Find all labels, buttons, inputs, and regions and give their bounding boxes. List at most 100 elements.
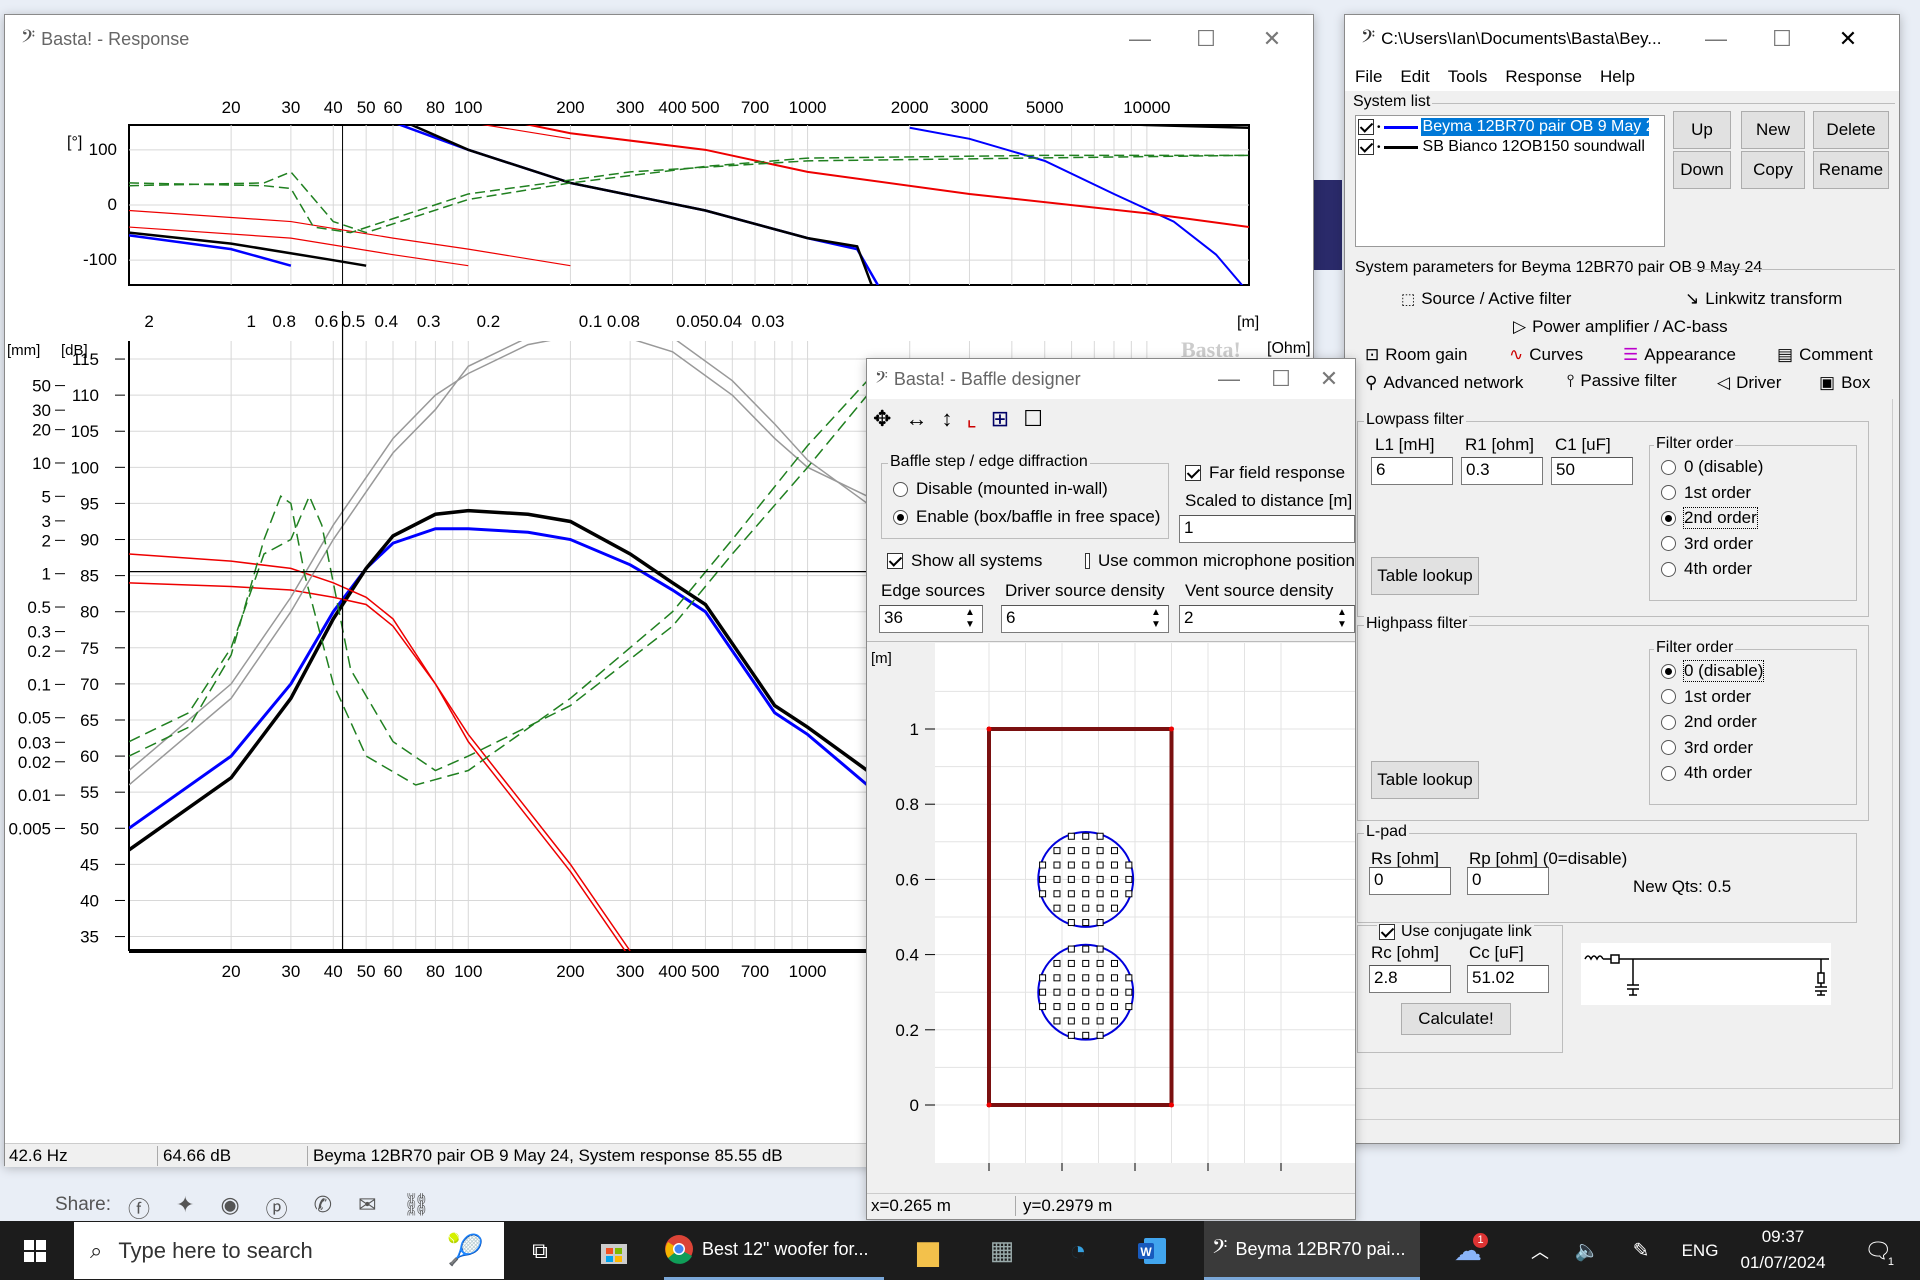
tab-advanced-network[interactable]: ⚲ Advanced network bbox=[1365, 373, 1523, 393]
tab-linkwitz-transform[interactable]: ↘ Linkwitz transform bbox=[1685, 289, 1842, 309]
baffle-titlebar[interactable]: 𝄢 Basta! - Baffle designer — ☐ ✕ bbox=[867, 359, 1355, 399]
main-titlebar[interactable]: 𝄢 C:\Users\Ian\Documents\Basta\Bey... — … bbox=[1345, 15, 1899, 63]
spinner-icon[interactable]: ▲ ▼ bbox=[1151, 607, 1161, 631]
vent-density-input[interactable]: 2 bbox=[1179, 605, 1355, 633]
minimize-icon[interactable]: — bbox=[1207, 359, 1251, 399]
lowpass-order-1[interactable]: 1st order bbox=[1661, 483, 1751, 503]
baffle-plot[interactable]: 10.80.60.40.2000.20.40.60.8[m][m] bbox=[867, 643, 1355, 1177]
highpass-order-1[interactable]: 1st order bbox=[1661, 687, 1751, 707]
reddit-icon[interactable]: ◉ bbox=[220, 1192, 239, 1224]
minimize-icon[interactable]: — bbox=[1107, 15, 1173, 63]
response-titlebar[interactable]: 𝄢 Basta! - Response — ☐ ✕ bbox=[5, 15, 1313, 63]
highpass-table-lookup-button[interactable]: Table lookup bbox=[1371, 761, 1479, 799]
tab-curves[interactable]: ∿ Curves bbox=[1509, 345, 1583, 365]
copy-button[interactable]: Copy bbox=[1741, 151, 1805, 189]
rp-input[interactable]: 0 bbox=[1467, 867, 1549, 895]
close-icon[interactable]: ✕ bbox=[1239, 15, 1305, 63]
tab-box[interactable]: ▣ Box bbox=[1819, 373, 1870, 393]
radio-button[interactable] bbox=[1661, 714, 1676, 730]
driver-density-input[interactable]: 6 bbox=[1001, 605, 1169, 633]
show-all-systems-checkbox[interactable]: Show all systems bbox=[887, 551, 1042, 571]
radio-button[interactable] bbox=[1661, 485, 1676, 500]
vertical-resize-icon[interactable]: ↕ bbox=[941, 406, 952, 432]
menu-tools[interactable]: Tools bbox=[1448, 67, 1488, 87]
maximize-icon[interactable]: ☐ bbox=[1173, 15, 1239, 63]
radio-button[interactable] bbox=[1661, 536, 1676, 551]
word-button[interactable]: W bbox=[1130, 1221, 1174, 1280]
l1-input[interactable]: 6 bbox=[1371, 457, 1453, 485]
twitter-icon[interactable]: ✦ bbox=[176, 1192, 194, 1224]
lowpass-order-0[interactable]: 0 (disable) bbox=[1661, 457, 1763, 477]
share-icons[interactable]: ⓕ ✦ ◉ ⓟ ✆ ✉ ⛓ bbox=[128, 1192, 430, 1224]
up-button[interactable]: Up bbox=[1673, 111, 1731, 149]
pen-button[interactable]: ✎ bbox=[1626, 1221, 1656, 1280]
far-field-checkbox[interactable]: Far field response bbox=[1185, 463, 1345, 483]
system-row[interactable]: • Beyma 12BR70 pair OB 9 May 2 bbox=[1358, 118, 1649, 136]
tray-chevron[interactable]: ︿ bbox=[1526, 1221, 1554, 1280]
edge-button[interactable]: ◔ bbox=[1056, 1221, 1100, 1280]
rc-input[interactable]: 2.8 bbox=[1369, 965, 1451, 993]
horizontal-resize-icon[interactable]: ↔ bbox=[905, 406, 927, 432]
common-mic-checkbox[interactable]: Use common microphone position bbox=[1085, 551, 1355, 571]
radio-button[interactable] bbox=[1661, 561, 1676, 577]
spinner-icon[interactable]: ▲ ▼ bbox=[1337, 607, 1347, 631]
basta-task[interactable]: 𝄢 Beyma 12BR70 pai... bbox=[1204, 1221, 1420, 1280]
clock[interactable]: 09:37 01/07/2024 bbox=[1738, 1224, 1828, 1276]
store-button[interactable] bbox=[592, 1221, 636, 1280]
lowpass-order-3[interactable]: 3rd order bbox=[1661, 534, 1753, 554]
system-list[interactable]: • Beyma 12BR70 pair OB 9 May 2 • SB Bian… bbox=[1355, 115, 1665, 247]
system-row[interactable]: • SB Bianco 12OB150 soundwall bbox=[1358, 138, 1647, 156]
menu-response[interactable]: Response bbox=[1505, 67, 1582, 87]
explorer-button[interactable]: ▆ bbox=[906, 1221, 950, 1280]
pinterest-icon[interactable]: ⓟ bbox=[266, 1192, 288, 1224]
highpass-order-4[interactable]: 4th order bbox=[1661, 763, 1752, 783]
conjugate-checkbox[interactable] bbox=[1379, 924, 1395, 940]
tab-comment[interactable]: ▤ Comment bbox=[1777, 345, 1873, 365]
close-icon[interactable]: ✕ bbox=[1815, 15, 1881, 63]
conjugate-checkbox-row[interactable]: Use conjugate link bbox=[1377, 923, 1534, 941]
delete-button[interactable]: Delete bbox=[1813, 111, 1889, 149]
tab-appearance[interactable]: ☰ Appearance bbox=[1623, 345, 1736, 365]
cc-input[interactable]: 51.02 bbox=[1467, 965, 1549, 993]
tab-power-amplifier[interactable]: ▷ Power amplifier / AC-bass bbox=[1513, 317, 1728, 337]
language-indicator[interactable]: ENG bbox=[1680, 1221, 1720, 1280]
rename-button[interactable]: Rename bbox=[1813, 151, 1889, 189]
rs-input[interactable]: 0 bbox=[1369, 867, 1451, 895]
radio-button[interactable] bbox=[1661, 765, 1676, 781]
tab-passive-filter[interactable]: ⫯ Passive filter bbox=[1567, 371, 1677, 391]
enable-diffraction-radio[interactable]: Enable (box/baffle in free space) bbox=[893, 507, 1160, 527]
start-button[interactable] bbox=[0, 1221, 70, 1280]
tab-source-active-filter[interactable]: ⬚ Source / Active filter bbox=[1401, 289, 1571, 309]
close-icon[interactable]: ✕ bbox=[1307, 359, 1351, 399]
lowpass-order-4[interactable]: 4th order bbox=[1661, 559, 1752, 579]
system-checkbox[interactable] bbox=[1358, 119, 1374, 135]
radio-button[interactable] bbox=[1661, 459, 1676, 475]
scaled-distance-input[interactable]: 1 bbox=[1179, 515, 1355, 543]
link-icon[interactable]: ⛓ bbox=[403, 1192, 431, 1224]
chrome-task[interactable]: Best 12" woofer for... bbox=[664, 1221, 884, 1280]
move-icon[interactable]: ✥ bbox=[873, 406, 891, 432]
volume-button[interactable]: 🔈 bbox=[1572, 1221, 1602, 1280]
facebook-icon[interactable]: ⓕ bbox=[128, 1192, 150, 1224]
highpass-order-3[interactable]: 3rd order bbox=[1661, 738, 1753, 758]
maximize-icon[interactable]: ☐ bbox=[1749, 15, 1815, 63]
weather-button[interactable]: ☁ 1 bbox=[1444, 1221, 1492, 1280]
radio-button[interactable] bbox=[1661, 689, 1676, 704]
tab-driver[interactable]: ◁ Driver bbox=[1717, 373, 1781, 393]
lowpass-table-lookup-button[interactable]: Table lookup bbox=[1371, 557, 1479, 595]
corner-icon[interactable]: ⌞ bbox=[966, 406, 976, 432]
email-icon[interactable]: ✉ bbox=[358, 1192, 376, 1224]
calculate-button[interactable]: Calculate! bbox=[1401, 1003, 1511, 1035]
calculator-button[interactable]: ▦ bbox=[980, 1221, 1024, 1280]
spinner-icon[interactable]: ▲ ▼ bbox=[965, 607, 975, 631]
notifications-button[interactable]: 🗨 1 bbox=[1856, 1221, 1900, 1280]
radio-button[interactable] bbox=[1661, 740, 1676, 755]
menu-help[interactable]: Help bbox=[1600, 67, 1635, 87]
c1-input[interactable]: 50 bbox=[1551, 457, 1633, 485]
minimize-icon[interactable]: — bbox=[1683, 15, 1749, 63]
r1-input[interactable]: 0.3 bbox=[1461, 457, 1543, 485]
lowpass-order-2[interactable]: 2nd order bbox=[1661, 507, 1758, 529]
task-view-button[interactable]: ⧉ bbox=[520, 1221, 560, 1280]
grid-icon[interactable]: ⊞ bbox=[991, 406, 1009, 432]
whatsapp-icon[interactable]: ✆ bbox=[314, 1192, 332, 1224]
